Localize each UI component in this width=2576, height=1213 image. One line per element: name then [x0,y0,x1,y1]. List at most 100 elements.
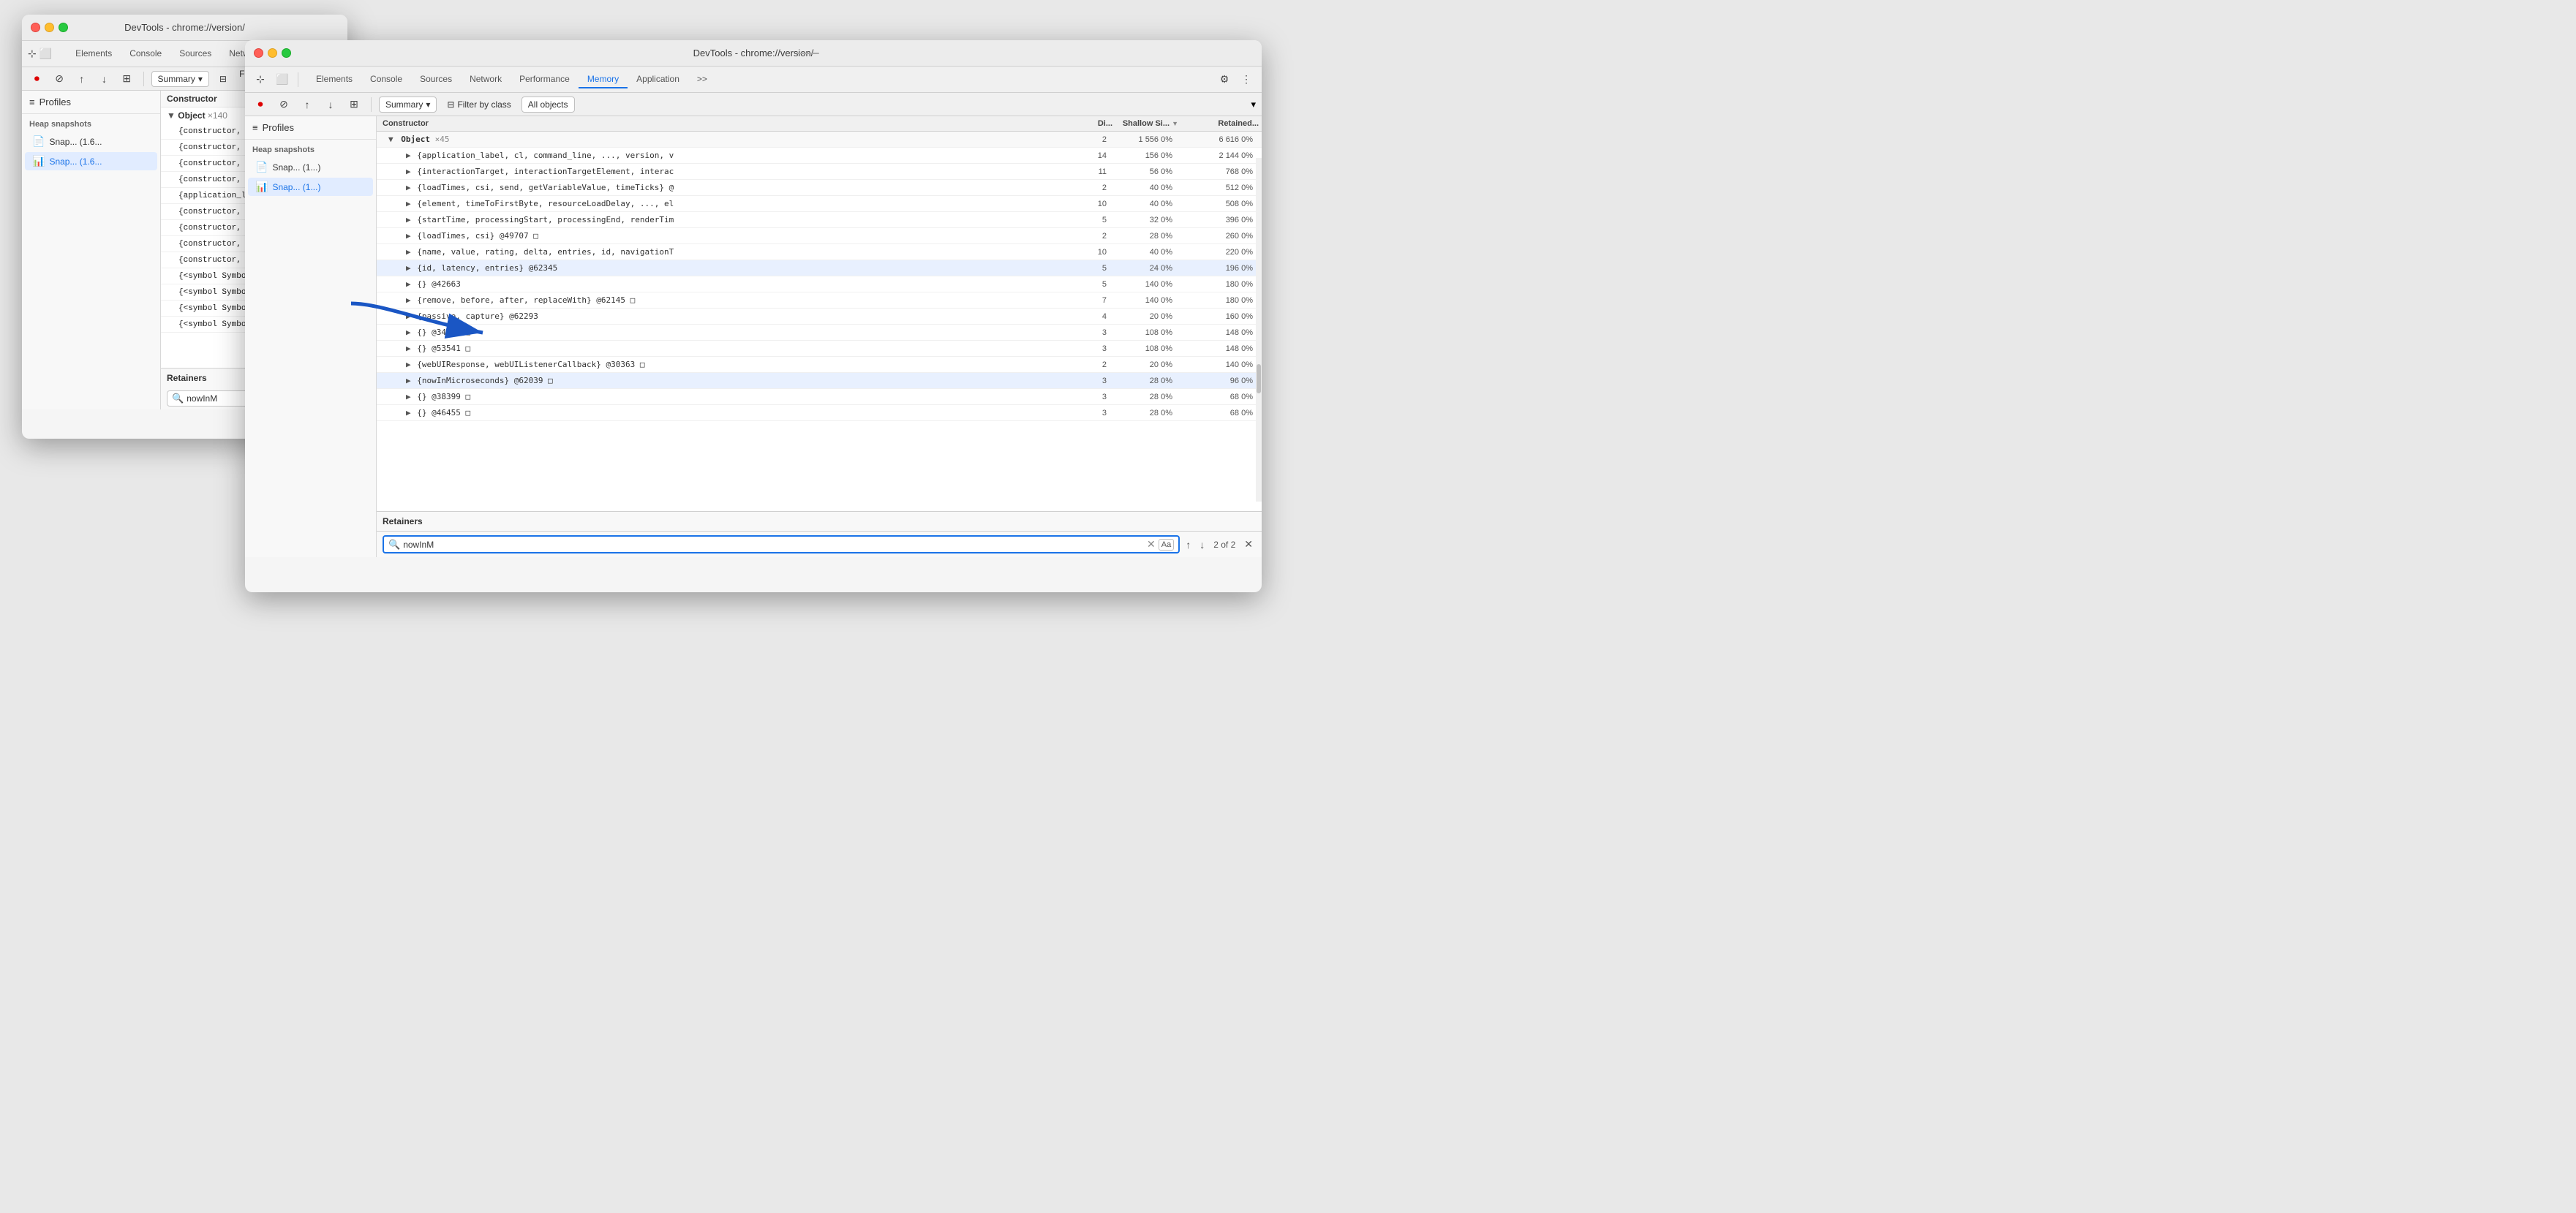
dropdown-arrow-right[interactable]: ▾ [1251,99,1256,110]
table-row[interactable]: ▶ {webUIResponse, webUIListenerCallback}… [377,357,1262,373]
download-btn-2[interactable]: ↓ [321,95,340,114]
snapshot-2-label-2: Snap... (1...) [272,182,320,192]
th-di: Di... [1082,116,1115,131]
filter-btn-2[interactable]: ⊟ Filter by class [441,97,516,112]
search-next-btn[interactable]: ↓ [1197,537,1208,552]
profiles-title-1: Profiles [39,97,71,107]
tab-console-1[interactable]: Console [121,45,170,63]
tab-sources-2[interactable]: Sources [411,71,461,88]
close-button-2[interactable] [254,48,263,58]
row-di-12: 3 [1077,343,1110,355]
table-row[interactable]: ▶ {} @38399 □ 3 28 0% 68 0% [377,389,1262,405]
clear-btn-2[interactable]: ⊘ [274,95,293,114]
close-button-1[interactable] [31,23,40,32]
profiles-title-2: Profiles [263,122,294,133]
more-icon-2[interactable]: ⋮ [1237,70,1256,89]
tab-elements-1[interactable]: Elements [67,45,121,63]
tab-console-2[interactable]: Console [361,71,411,88]
minimize-button-2[interactable] [268,48,277,58]
search-prev-btn[interactable]: ↑ [1183,537,1194,552]
toolbar2-2: ⏺ ⊘ ↑ ↓ ⊞ Summary ▾ ⊟ Filter by class Al… [245,93,1262,116]
th-shallow: Shallow Si... ▼ [1115,116,1181,131]
clear-search-icon[interactable]: ✕ [1147,538,1156,551]
inspect-icon-2[interactable]: ⊹ [251,70,270,89]
maximize-button-1[interactable] [59,23,68,32]
row-constructor-13: ▶ {webUIResponse, webUIListenerCallback}… [400,358,1077,371]
maximize-button-2[interactable] [282,48,291,58]
snapshot-1-item-2[interactable]: 📄 Snap... (1...) [248,158,373,176]
close-search-btn[interactable]: ✕ [1241,537,1256,552]
table-row[interactable]: ▶ {} @42663 5 140 0% 180 0% [377,276,1262,292]
record-btn-1[interactable]: ⏺ [28,69,46,88]
row-shallow-2: 40 0% [1110,182,1175,194]
object-count-1: ×140 [208,110,227,121]
device-icon[interactable]: ⬜ [39,45,52,64]
tab-sources-1[interactable]: Sources [170,45,220,63]
window-title-2: DevTools - chrome://version/ [693,48,814,58]
title-bar-1: DevTools - chrome://version/ [22,15,347,41]
table-row[interactable]: ▶ {element, timeToFirstByte, resourceLoa… [377,196,1262,212]
snapshot-icon-2: 📊 [32,155,45,167]
collect-btn-2[interactable]: ⊞ [344,95,364,114]
search-input-main[interactable] [403,540,1144,550]
settings-icon-2[interactable]: ⚙ [1215,70,1234,89]
tab-performance-2[interactable]: Performance [511,71,579,88]
title-bar-2: DevTools - chrome://version/ [245,40,1262,67]
row-shallow-6: 40 0% [1110,246,1175,258]
table-row[interactable]: ▶ {passive, capture} @62293 4 20 0% 160 … [377,309,1262,325]
table-row[interactable]: ▶ {name, value, rating, delta, entries, … [377,244,1262,260]
tab-memory-2[interactable]: Memory [579,71,628,88]
content-area-2: Constructor Di... Shallow Si... ▼ Retain… [377,116,1262,557]
row-di-3: 10 [1077,198,1110,210]
row-retained-9: 180 0% [1175,295,1256,306]
object-count-2: ×45 [435,135,450,144]
collect-btn-1[interactable]: ⊞ [118,69,136,88]
upload-btn-2[interactable]: ↑ [298,95,317,114]
object-parent-row[interactable]: ▼ Object ×45 2 1 556 0% 6 616 0% [377,132,1262,148]
table-row[interactable]: ▶ {} @53541 □ 3 108 0% 148 0% [377,341,1262,357]
row-di-7: 5 [1077,262,1110,274]
table-row[interactable]: ▶ {loadTimes, csi, send, getVariableValu… [377,180,1262,196]
table-row[interactable]: ▶ {nowInMicroseconds} @62039 □ 3 28 0% 9… [377,373,1262,389]
download-btn-1[interactable]: ↓ [95,69,113,88]
all-objects-2[interactable]: All objects [521,97,575,113]
row-constructor-3: ▶ {element, timeToFirstByte, resourceLoa… [400,197,1077,210]
table-row[interactable]: ▶ {application_label, cl, command_line, … [377,148,1262,164]
table-row[interactable]: ▶ {remove, before, after, replaceWith} @… [377,292,1262,309]
device-icon-2[interactable]: ⬜ [273,70,292,89]
scrollbar-thumb-2[interactable] [1257,364,1261,393]
snapshot-2-item-2[interactable]: 📊 Snap... (1...) [248,178,373,196]
record-btn-2[interactable]: ⏺ [251,95,270,114]
row-shallow-15: 28 0% [1110,391,1175,403]
traffic-lights-2 [254,48,291,58]
row-di-8: 5 [1077,279,1110,290]
row-shallow-10: 20 0% [1110,311,1175,322]
td-obj-constructor: ▼ Object ×45 [383,133,1077,146]
summary-dropdown-1[interactable]: Summary ▾ [151,71,209,87]
row-constructor-4: ▶ {startTime, processingStart, processin… [400,213,1077,226]
match-case-icon[interactable]: Aa [1159,539,1174,551]
main-content-2: ≡ Profiles Heap snapshots 📄 Snap... (1..… [245,116,1262,557]
scrollbar-2[interactable] [1256,158,1262,502]
table-row[interactable]: ▶ {startTime, processingStart, processin… [377,212,1262,228]
tab-elements-2[interactable]: Elements [307,71,361,88]
table-row[interactable]: ▶ {interactionTarget, interactionTargetE… [377,164,1262,180]
tab-application-2[interactable]: Application [628,71,688,88]
snapshot-1-item[interactable]: 📄 Snap... (1.6... [25,132,157,151]
tab-network-2[interactable]: Network [461,71,511,88]
row-shallow-7: 24 0% [1110,262,1175,274]
profiles-header-1: ≡ Profiles [22,91,160,114]
table-row[interactable]: ▶ {id, latency, entries} @62345 5 24 0% … [377,260,1262,276]
minimize-button-1[interactable] [45,23,54,32]
clear-btn-1[interactable]: ⊘ [50,69,69,88]
minimize-line [797,53,819,54]
summary-dropdown-2[interactable]: Summary ▾ [379,97,437,113]
window-title-1: DevTools - chrome://version/ [124,22,245,33]
table-row[interactable]: ▶ {loadTimes, csi} @49707 □ 2 28 0% 260 … [377,228,1262,244]
table-row[interactable]: ▶ {} @46455 □ 3 28 0% 68 0% [377,405,1262,421]
snapshot-2-item[interactable]: 📊 Snap... (1.6... [25,152,157,170]
table-row[interactable]: ▶ {} @34253 □ 3 108 0% 148 0% [377,325,1262,341]
inspect-icon[interactable]: ⊹ [28,45,37,64]
tab-more-2[interactable]: >> [688,71,716,88]
upload-btn-1[interactable]: ↑ [72,69,91,88]
